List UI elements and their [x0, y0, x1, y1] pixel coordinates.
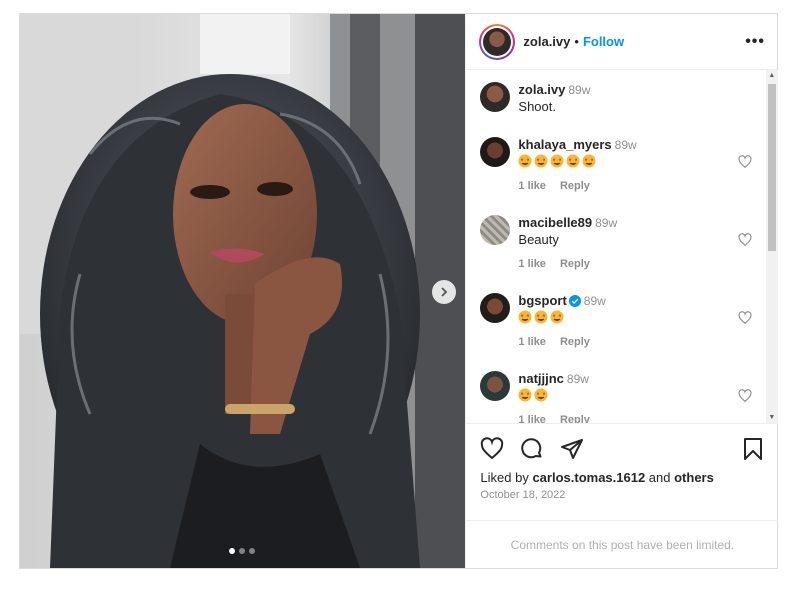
heart-icon[interactable] [738, 389, 752, 403]
post-dialog: zola.ivy • Follow ••• zola.ivy 89w Shoot.… [19, 13, 779, 569]
star-struck-emoji-icon [518, 154, 532, 168]
chevron-right-icon [441, 287, 448, 297]
star-struck-emoji-icon [518, 388, 532, 402]
comment-time[interactable]: 89w [584, 294, 606, 308]
reply-button[interactable]: Reply [560, 336, 590, 348]
scroll-down-icon[interactable]: ▼ [768, 414, 775, 421]
scroll-up-icon[interactable]: ▲ [768, 72, 775, 79]
post-side-panel: zola.ivy • Follow ••• zola.ivy 89w Shoot.… [465, 14, 779, 568]
comment-time[interactable]: 89w [568, 83, 590, 97]
star-struck-emoji-icon [550, 310, 564, 324]
star-struck-emoji-icon [550, 154, 564, 168]
avatar [483, 27, 512, 56]
carousel-dot [229, 548, 235, 554]
comment-time[interactable]: 89w [567, 372, 589, 386]
reply-button[interactable]: Reply [560, 414, 590, 423]
comment-like-count[interactable]: 1 like [518, 258, 546, 270]
comment-emojis [518, 153, 738, 171]
comment-text: Beauty [518, 232, 559, 247]
likes-summary: Liked by carlos.tomas.1612 and others [480, 470, 764, 485]
star-struck-emoji-icon [566, 154, 580, 168]
more-options-icon[interactable]: ••• [745, 33, 765, 51]
comment-like-count[interactable]: 1 like [518, 414, 546, 423]
heart-icon[interactable] [738, 311, 752, 325]
share-icon[interactable] [560, 437, 584, 461]
comment-emojis [518, 387, 738, 405]
avatar[interactable] [480, 137, 511, 167]
reply-button[interactable]: Reply [560, 258, 590, 270]
follow-button[interactable]: Follow [583, 34, 624, 49]
scrollbar-thumb[interactable] [768, 84, 777, 251]
liked-others-link[interactable]: others [674, 470, 714, 485]
liked-user-link[interactable]: carlos.tomas.1612 [532, 470, 645, 485]
star-struck-emoji-icon [534, 154, 548, 168]
heart-icon[interactable] [738, 233, 752, 247]
post-header: zola.ivy • Follow ••• [466, 14, 777, 70]
comments-scrollbar[interactable]: ▲ ▼ [766, 70, 779, 423]
heart-icon[interactable] [738, 155, 752, 169]
post-photo [20, 14, 466, 568]
comment-time[interactable]: 89w [595, 216, 617, 230]
post-date[interactable]: October 18, 2022 [480, 489, 764, 501]
comment-username[interactable]: natjjjnc [518, 371, 564, 386]
liked-prefix: Liked by [480, 470, 533, 485]
post-media[interactable] [20, 14, 466, 568]
carousel-dot [239, 548, 245, 554]
story-ring[interactable] [479, 23, 516, 60]
comment-like-count[interactable]: 1 like [518, 180, 546, 192]
avatar[interactable] [480, 371, 511, 401]
comment-username[interactable]: macibelle89 [518, 215, 592, 230]
comment-username[interactable]: bgsport [518, 293, 566, 308]
next-image-button[interactable] [432, 280, 456, 304]
comment-time[interactable]: 89w [615, 138, 637, 152]
star-struck-emoji-icon [518, 310, 532, 324]
caption-text: Shoot. [518, 99, 556, 114]
comments-limited-notice: Comments on this post have been limited. [466, 520, 779, 568]
header-separator: • [574, 34, 579, 49]
reply-button[interactable]: Reply [560, 180, 590, 192]
comment-like-count[interactable]: 1 like [518, 336, 546, 348]
avatar[interactable] [480, 82, 511, 112]
avatar[interactable] [480, 215, 511, 245]
bookmark-icon[interactable] [742, 437, 764, 461]
like-heart-icon[interactable] [480, 437, 504, 461]
liked-and: and [645, 470, 675, 485]
star-struck-emoji-icon [534, 310, 548, 324]
carousel-indicator [229, 548, 255, 554]
star-struck-emoji-icon [534, 388, 548, 402]
avatar[interactable] [480, 293, 511, 323]
comment-username[interactable]: khalaya_myers [518, 137, 611, 152]
comments-list[interactable]: zola.ivy 89w Shoot. khalaya_myers 89w 1 li… [466, 70, 779, 423]
comment-emojis [518, 309, 738, 327]
star-struck-emoji-icon [582, 154, 596, 168]
carousel-dot [249, 548, 255, 554]
post-actions: Liked by carlos.tomas.1612 and others Oc… [466, 423, 779, 533]
author-username[interactable]: zola.ivy [523, 34, 570, 49]
comment-icon[interactable] [520, 437, 544, 461]
verified-badge-icon [568, 295, 581, 307]
comment-username[interactable]: zola.ivy [518, 82, 565, 97]
